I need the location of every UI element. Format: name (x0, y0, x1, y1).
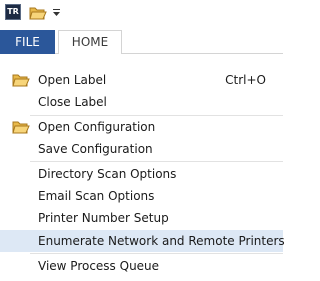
quick-access-toolbar: TR (0, 0, 283, 30)
tab-file[interactable]: FILE (0, 30, 55, 54)
menu-item-label: Directory Scan Options (38, 167, 177, 181)
menu-item-label: Save Configuration (38, 142, 153, 156)
menu-item-save-configuration[interactable]: Save Configuration (0, 138, 283, 160)
app-logo: TR (5, 4, 21, 20)
folder-open-icon[interactable] (29, 5, 47, 21)
tab-home[interactable]: HOME (58, 30, 122, 54)
menu-item-open-label[interactable]: Open Label Ctrl+O (0, 69, 283, 91)
ribbon-tabs: FILE HOME (0, 30, 283, 54)
menu-item-enumerate-printers[interactable]: Enumerate Network and Remote Printers (0, 230, 285, 252)
menu-item-directory-scan-options[interactable]: Directory Scan Options (0, 163, 283, 185)
menu-item-open-configuration[interactable]: Open Configuration (0, 116, 283, 138)
menu-separator (30, 161, 283, 162)
folder-open-icon (12, 121, 30, 134)
menu-item-label: View Process Queue (38, 259, 160, 273)
menu-item-label: Open Label (38, 73, 107, 87)
menu-item-printer-number-setup[interactable]: Printer Number Setup (0, 207, 283, 229)
menu-item-label: Open Configuration (38, 120, 156, 134)
shortcut-text: Ctrl+O (225, 73, 266, 87)
menu-item-close-label[interactable]: Close Label (0, 91, 283, 113)
folder-open-icon (12, 74, 30, 87)
menu-separator (30, 253, 283, 254)
customize-dropdown-icon[interactable] (53, 9, 60, 16)
menu-item-label: Close Label (38, 95, 107, 109)
menu-item-label: Enumerate Network and Remote Printers (38, 234, 285, 248)
menu-item-label: Email Scan Options (38, 189, 155, 203)
menu-item-view-process-queue[interactable]: View Process Queue (0, 255, 283, 277)
menu-item-label: Printer Number Setup (38, 211, 169, 225)
menu-item-email-scan-options[interactable]: Email Scan Options (0, 185, 283, 207)
file-menu: Open Label Ctrl+O Close Label Open Confi… (0, 54, 285, 281)
